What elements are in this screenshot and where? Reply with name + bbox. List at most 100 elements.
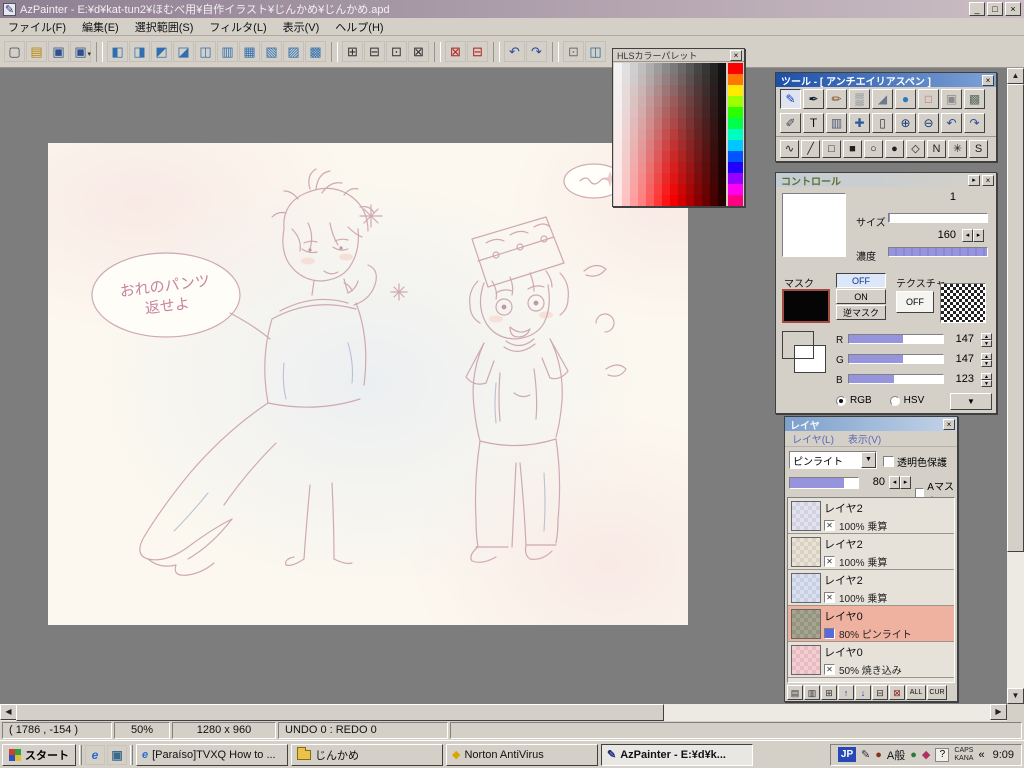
menu-filter[interactable]: フィルタ(L) xyxy=(201,19,274,35)
hue-swatch[interactable] xyxy=(728,118,743,129)
palette-color-swatch[interactable] xyxy=(678,151,686,162)
palette-color-swatch[interactable] xyxy=(678,162,686,173)
palette-color-swatch[interactable] xyxy=(718,118,726,129)
palette-color-swatch[interactable] xyxy=(630,63,638,74)
palette-color-swatch[interactable] xyxy=(646,96,654,107)
palette-color-swatch[interactable] xyxy=(638,63,646,74)
palette-color-swatch[interactable] xyxy=(646,85,654,96)
start-button[interactable]: スタート xyxy=(2,743,76,766)
palette-color-swatch[interactable] xyxy=(638,107,646,118)
palette-color-swatch[interactable] xyxy=(694,195,702,206)
palette-color-swatch[interactable] xyxy=(622,140,630,151)
palette-color-swatch[interactable] xyxy=(614,151,622,162)
palette-color-swatch[interactable] xyxy=(702,96,710,107)
current-color-swatch[interactable] xyxy=(782,331,814,359)
palette-color-swatch[interactable] xyxy=(702,107,710,118)
palette-color-swatch[interactable] xyxy=(710,151,718,162)
mask-color-box[interactable] xyxy=(782,289,830,323)
palette-color-swatch[interactable] xyxy=(614,140,622,151)
palette-color-swatch[interactable] xyxy=(694,85,702,96)
palette-color-swatch[interactable] xyxy=(646,74,654,85)
palette-color-swatch[interactable] xyxy=(630,96,638,107)
layer-menu-item-1[interactable]: 表示(V) xyxy=(841,431,888,446)
palette-color-swatch[interactable] xyxy=(654,85,662,96)
layer-row[interactable]: レイヤ2 ✕ 100% 乗算 xyxy=(788,498,954,534)
palette-color-swatch[interactable] xyxy=(630,162,638,173)
grid-toggle-icon[interactable]: ⊞ xyxy=(342,41,363,62)
palette-color-swatch[interactable] xyxy=(622,74,630,85)
move-tool-icon[interactable]: ✚ xyxy=(849,113,870,133)
palette-color-swatch[interactable] xyxy=(678,107,686,118)
palette-color-swatch[interactable] xyxy=(614,195,622,206)
hue-swatch[interactable] xyxy=(728,195,743,206)
layer-visible-checkbox[interactable]: ✕ xyxy=(824,592,835,603)
task-ie-button[interactable]: e [Paraíso]TVXQ How to ... xyxy=(136,743,288,766)
size-spinner[interactable]: ◂ ▸ xyxy=(962,229,984,242)
new-layer-button[interactable]: ▤ xyxy=(787,685,803,700)
palette-color-swatch[interactable] xyxy=(710,173,718,184)
palette-color-swatch[interactable] xyxy=(678,96,686,107)
hue-swatch[interactable] xyxy=(728,173,743,184)
palette-color-swatch[interactable] xyxy=(646,195,654,206)
layer-visible-checkbox[interactable] xyxy=(824,628,835,639)
title-bar[interactable]: ✎ AzPainter - E:¥d¥kat-tun2¥ほむべ用¥自作イラスト¥… xyxy=(0,0,1024,18)
palette-color-swatch[interactable] xyxy=(622,85,630,96)
palette-color-swatch[interactable] xyxy=(638,96,646,107)
mask-off-button[interactable]: OFF xyxy=(836,273,886,288)
palette-close-button[interactable]: × xyxy=(730,49,742,61)
palette-color-swatch[interactable] xyxy=(678,129,686,140)
palette-color-swatch[interactable] xyxy=(630,195,638,206)
palette-color-swatch[interactable] xyxy=(638,151,646,162)
palette-color-swatch[interactable] xyxy=(710,140,718,151)
palette-color-swatch[interactable] xyxy=(718,173,726,184)
palette-title-bar[interactable]: HLSカラーパレット × xyxy=(613,49,744,62)
palette-color-swatch[interactable] xyxy=(694,162,702,173)
palette-color-swatch[interactable] xyxy=(702,151,710,162)
ime-help-icon[interactable]: ? xyxy=(935,747,950,762)
palette-color-swatch[interactable] xyxy=(678,74,686,85)
b-spinner[interactable]: ▲ ▼ xyxy=(981,373,992,387)
palette-color-swatch[interactable] xyxy=(678,118,686,129)
protect-alpha-checkbox[interactable]: 透明色保護 xyxy=(883,454,947,469)
palette-color-swatch[interactable] xyxy=(686,140,694,151)
palette-color-swatch[interactable] xyxy=(622,162,630,173)
delete-layer-button[interactable]: ⊠ xyxy=(889,685,905,700)
hue-swatch[interactable] xyxy=(728,107,743,118)
polyline-shape-icon[interactable]: N xyxy=(927,140,946,158)
palette-color-swatch[interactable] xyxy=(630,118,638,129)
palette-color-swatch[interactable] xyxy=(646,184,654,195)
vertical-scroll-thumb[interactable] xyxy=(1007,84,1024,552)
layer-opacity-slider[interactable] xyxy=(789,477,859,489)
palette-color-swatch[interactable] xyxy=(638,173,646,184)
palette-color-swatch[interactable] xyxy=(718,162,726,173)
grid-settings-icon[interactable]: ⊡ xyxy=(386,41,407,62)
ime-mode-label[interactable]: A般 xyxy=(887,747,905,763)
ellipse-shape-icon[interactable]: ○ xyxy=(864,140,883,158)
palette-color-swatch[interactable] xyxy=(630,85,638,96)
open-file-icon[interactable]: ▤ xyxy=(26,41,47,62)
palette-color-swatch[interactable] xyxy=(694,107,702,118)
dot-pen-tool-icon[interactable]: ✐ xyxy=(780,113,801,133)
palette-color-swatch[interactable] xyxy=(686,74,694,85)
eraser-tool-icon[interactable]: □ xyxy=(918,89,939,109)
palette-color-swatch[interactable] xyxy=(614,96,622,107)
layer-row[interactable]: レイヤ0 80% ピンライト xyxy=(788,606,954,642)
tray-chevron-icon[interactable]: « xyxy=(978,749,984,761)
palette-color-swatch[interactable] xyxy=(702,129,710,140)
palette-color-swatch[interactable] xyxy=(654,140,662,151)
palette-color-swatch[interactable] xyxy=(686,184,694,195)
spline-shape-icon[interactable]: S xyxy=(969,140,988,158)
palette-color-swatch[interactable] xyxy=(694,184,702,195)
toggle-layer-window-icon[interactable]: ◩ xyxy=(151,41,172,62)
water-tool-icon[interactable]: ● xyxy=(895,89,916,109)
palette-color-swatch[interactable] xyxy=(654,195,662,206)
toggle-tool-window-icon[interactable]: ◧ xyxy=(107,41,128,62)
palette-color-swatch[interactable] xyxy=(622,173,630,184)
merge-layer-button[interactable]: ⊞ xyxy=(821,685,837,700)
layer-title-bar[interactable]: レイヤ × xyxy=(785,417,957,432)
menu-help[interactable]: ヘルプ(H) xyxy=(327,19,391,35)
palette-color-swatch[interactable] xyxy=(694,63,702,74)
toggle-option-window-icon[interactable]: ▥ xyxy=(217,41,238,62)
palette-color-swatch[interactable] xyxy=(622,129,630,140)
palette-color-swatch[interactable] xyxy=(622,195,630,206)
